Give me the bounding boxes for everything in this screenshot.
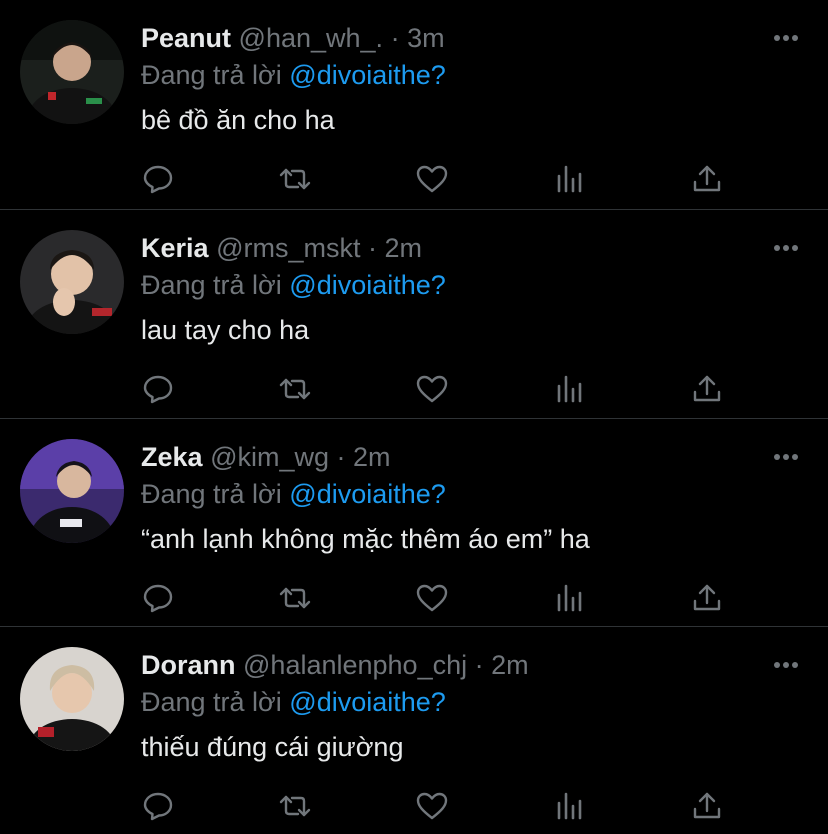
replying-to: Đang trả lời @divoiaithe?: [141, 684, 446, 720]
tweet-item[interactable]: Peanut @han_wh_. · 3m Đang trả lời @divo…: [0, 0, 828, 208]
replying-to: Đang trả lời @divoiaithe?: [141, 476, 446, 512]
avatar[interactable]: [20, 230, 124, 334]
views-icon[interactable]: [552, 162, 586, 196]
avatar[interactable]: [20, 20, 124, 124]
more-options-icon[interactable]: [772, 238, 800, 258]
views-icon[interactable]: [552, 789, 586, 823]
author-name[interactable]: Keria: [141, 233, 209, 263]
author-handle[interactable]: @kim_wg: [210, 442, 329, 472]
reply-icon[interactable]: [141, 789, 175, 823]
replying-to-label: Đang trả lời: [141, 270, 282, 300]
more-options-icon[interactable]: [772, 447, 800, 467]
like-icon[interactable]: [415, 789, 449, 823]
retweet-icon[interactable]: [278, 372, 312, 406]
mention-link[interactable]: @divoiaithe?: [289, 60, 446, 90]
share-icon[interactable]: [690, 162, 724, 196]
replying-to-label: Đang trả lời: [141, 479, 282, 509]
author-handle[interactable]: @han_wh_.: [239, 23, 384, 53]
reply-icon[interactable]: [141, 162, 175, 196]
reply-feed: Peanut @han_wh_. · 3m Đang trả lời @divo…: [0, 0, 828, 834]
tweet-header: Dorann @halanlenpho_chj · 2m: [141, 647, 529, 683]
tweet-header: Zeka @kim_wg · 2m: [141, 439, 391, 475]
separator-dot: ·: [390, 23, 400, 53]
reply-icon[interactable]: [141, 581, 175, 615]
replying-to: Đang trả lời @divoiaithe?: [141, 267, 446, 303]
like-icon[interactable]: [415, 581, 449, 615]
tweet-header: Peanut @han_wh_. · 3m: [141, 20, 445, 56]
timestamp[interactable]: 2m: [385, 233, 423, 263]
mention-link[interactable]: @divoiaithe?: [289, 270, 446, 300]
views-icon[interactable]: [552, 372, 586, 406]
like-icon[interactable]: [415, 372, 449, 406]
timestamp[interactable]: 2m: [353, 442, 391, 472]
like-icon[interactable]: [415, 162, 449, 196]
avatar[interactable]: [20, 439, 124, 543]
tweet-item[interactable]: Keria @rms_mskt · 2m Đang trả lời @divoi…: [0, 209, 828, 417]
views-icon[interactable]: [552, 581, 586, 615]
tweet-text: “anh lạnh không mặc thêm áo em” ha: [141, 524, 590, 554]
retweet-icon[interactable]: [278, 581, 312, 615]
author-handle[interactable]: @halanlenpho_chj: [243, 650, 467, 680]
author-name[interactable]: Zeka: [141, 442, 203, 472]
replying-to-label: Đang trả lời: [141, 687, 282, 717]
tweet-text: thiếu đúng cái giường: [141, 732, 404, 762]
mention-link[interactable]: @divoiaithe?: [289, 479, 446, 509]
share-icon[interactable]: [690, 372, 724, 406]
tweet-item[interactable]: Dorann @halanlenpho_chj · 2m Đang trả lờ…: [0, 626, 828, 834]
separator-dot: ·: [367, 233, 377, 263]
tweet-text: bê đồ ăn cho ha: [141, 105, 335, 135]
share-icon[interactable]: [690, 581, 724, 615]
mention-link[interactable]: @divoiaithe?: [289, 687, 446, 717]
tweet-item[interactable]: Zeka @kim_wg · 2m Đang trả lời @divoiait…: [0, 418, 828, 626]
tweet-header: Keria @rms_mskt · 2m: [141, 230, 422, 266]
retweet-icon[interactable]: [278, 789, 312, 823]
retweet-icon[interactable]: [278, 162, 312, 196]
author-name[interactable]: Peanut: [141, 23, 231, 53]
author-handle[interactable]: @rms_mskt: [216, 233, 360, 263]
timestamp[interactable]: 2m: [491, 650, 529, 680]
replying-to-label: Đang trả lời: [141, 60, 282, 90]
reply-icon[interactable]: [141, 372, 175, 406]
separator-dot: ·: [336, 442, 346, 472]
share-icon[interactable]: [690, 789, 724, 823]
avatar[interactable]: [20, 647, 124, 751]
timestamp[interactable]: 3m: [407, 23, 445, 53]
more-options-icon[interactable]: [772, 655, 800, 675]
more-options-icon[interactable]: [772, 28, 800, 48]
separator-dot: ·: [474, 650, 484, 680]
author-name[interactable]: Dorann: [141, 650, 236, 680]
tweet-text: lau tay cho ha: [141, 315, 310, 345]
replying-to: Đang trả lời @divoiaithe?: [141, 57, 446, 93]
